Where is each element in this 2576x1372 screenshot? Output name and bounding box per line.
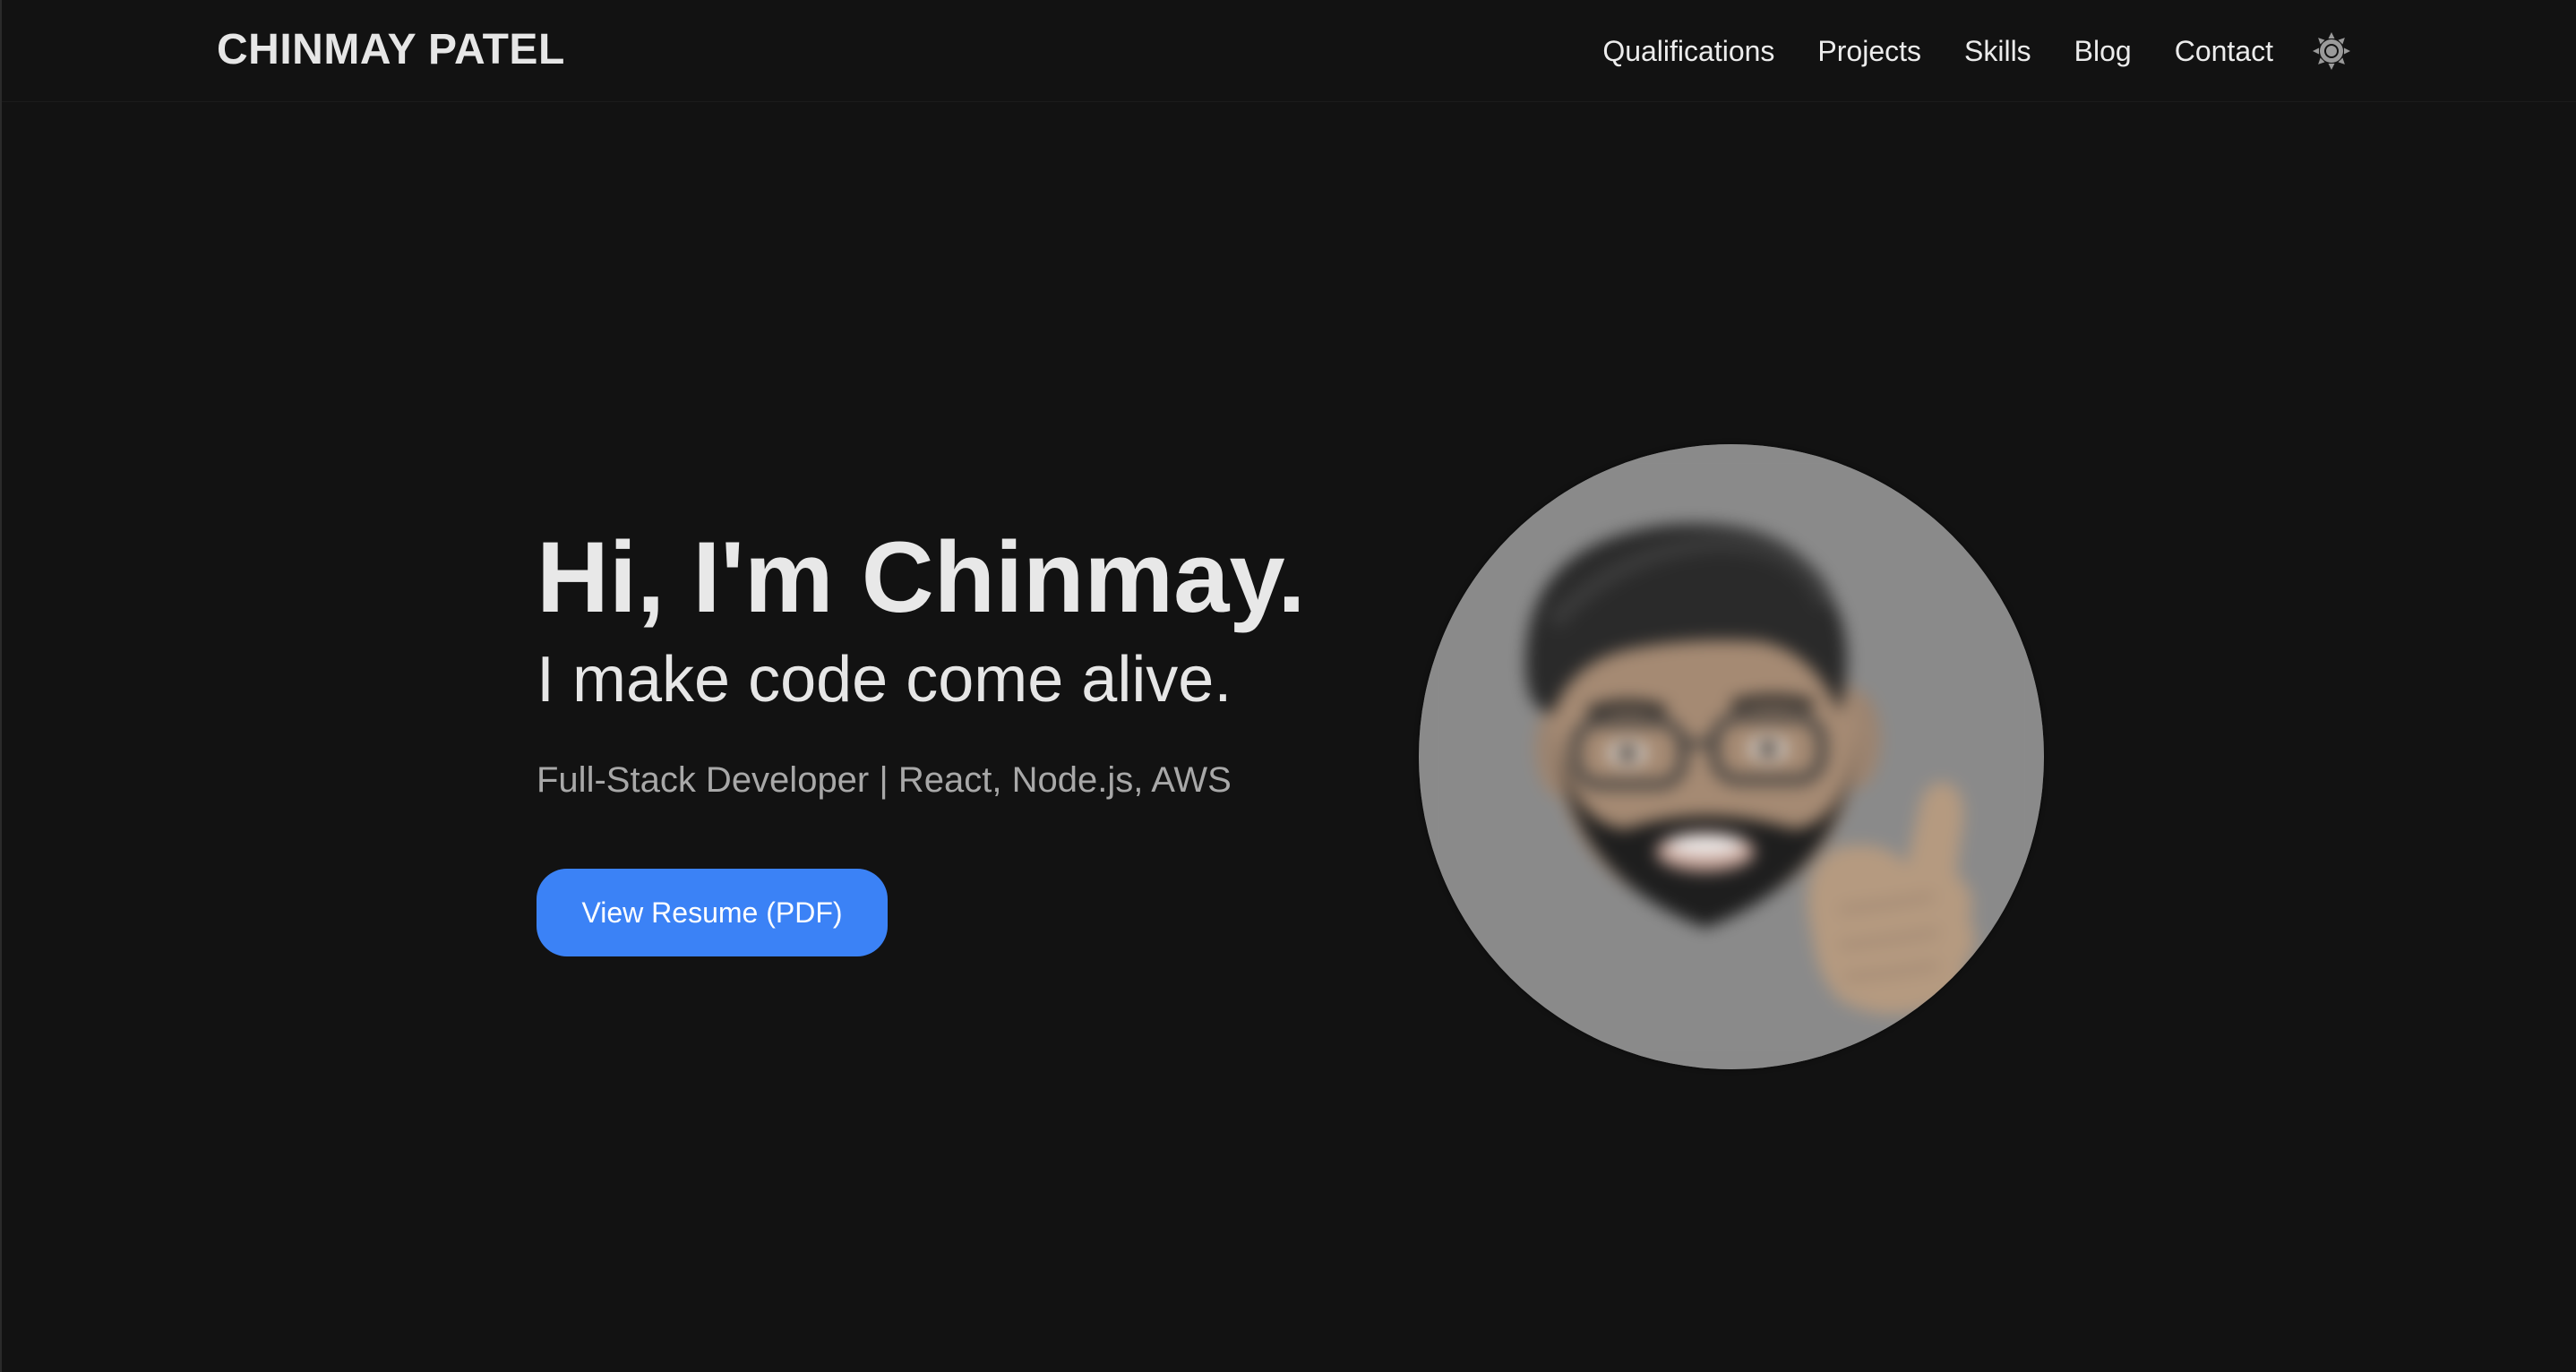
site-header: CHINMAY PATEL Qualifications Projects Sk… [2,0,2576,102]
nav-link-projects[interactable]: Projects [1817,30,1921,72]
page: CHINMAY PATEL Qualifications Projects Sk… [0,0,2576,1372]
nav-link-qualifications[interactable]: Qualifications [1602,30,1774,72]
nav-link-contact[interactable]: Contact [2175,30,2273,72]
memoji-avatar-icon [1419,444,2044,1069]
view-resume-button[interactable]: View Resume (PDF) [537,869,888,956]
nav-link-blog[interactable]: Blog [2074,30,2132,72]
site-brand[interactable]: CHINMAY PATEL [217,23,565,77]
hero-tagline: Full-Stack Developer | React, Node.js, A… [537,760,1232,800]
hero-section: Hi, I'm Chinmay. I make code come alive.… [537,519,1343,956]
nav-link-skills[interactable]: Skills [1964,30,2031,72]
hero-subtitle: I make code come alive. [537,644,1232,716]
theme-toggle-button[interactable] [2311,30,2352,72]
sun-icon [2313,32,2350,70]
avatar [1419,444,2044,1069]
hero-title: Hi, I'm Chinmay. [537,521,1306,633]
main-nav: Qualifications Projects Skills Blog Cont… [1602,30,2273,72]
